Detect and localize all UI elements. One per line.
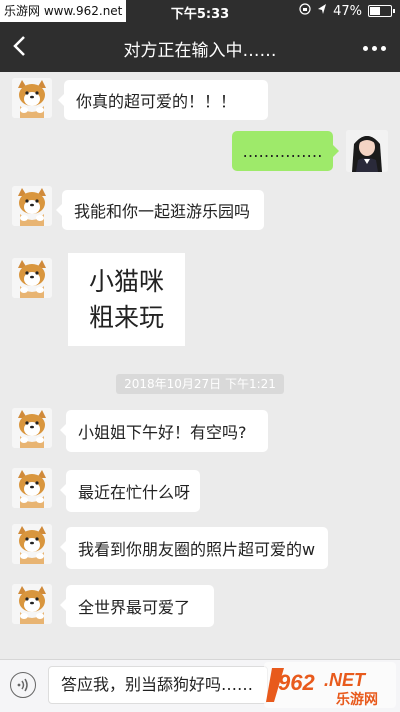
shiba-avatar-icon <box>12 258 52 298</box>
message-text: 全世界最可爱了 <box>78 598 191 617</box>
sticker-message[interactable]: 小猫咪 粗来玩 <box>68 253 185 346</box>
voice-icon <box>17 678 28 692</box>
contact-avatar[interactable] <box>12 468 52 508</box>
more-button[interactable] <box>363 46 386 51</box>
message-bubble[interactable]: 小姐姐下午好！有空吗? <box>60 410 268 452</box>
contact-avatar[interactable] <box>12 78 52 118</box>
watermark-suffix: .NET <box>324 670 367 690</box>
battery-percent: 47% <box>333 3 362 19</box>
contact-avatar[interactable] <box>12 408 52 448</box>
nav-bar: 对方正在输入中…… <box>0 22 400 72</box>
sticker-line: 粗来玩 <box>88 302 164 332</box>
chat-timestamp: 2018年10月27日 下午1:21 <box>116 374 284 394</box>
shiba-avatar-icon <box>12 186 52 226</box>
message-input[interactable]: 答应我，别当舔狗好吗…… <box>48 666 268 704</box>
contact-avatar[interactable] <box>12 258 52 298</box>
self-avatar[interactable] <box>346 130 388 172</box>
sticker-line: 小猫咪 <box>88 266 164 296</box>
chat-title: 对方正在输入中…… <box>123 41 277 61</box>
status-right: 47% <box>299 3 395 19</box>
message-text: 我看到你朋友圈的照片超可爱的w <box>78 540 316 559</box>
rotation-lock-icon <box>299 3 311 19</box>
contact-avatar[interactable] <box>12 524 52 564</box>
shiba-avatar-icon <box>12 78 52 118</box>
shiba-avatar-icon <box>12 468 52 508</box>
message-bubble[interactable]: 你真的超可爱的！！！ <box>58 80 268 120</box>
shiba-avatar-icon <box>12 408 52 448</box>
message-text: …………… <box>242 141 323 161</box>
shiba-avatar-icon <box>12 524 52 564</box>
status-bar: 下午5:33 47% 乐游网 www.962.net <box>0 0 400 22</box>
more-dots-icon <box>363 46 368 51</box>
message-bubble[interactable]: 最近在忙什么呀 <box>60 470 200 512</box>
message-text: 我能和你一起逛游乐园吗 <box>74 202 251 221</box>
message-text: 最近在忙什么呀 <box>78 483 191 502</box>
message-text: 小姐姐下午好！有空吗? <box>78 423 247 442</box>
watermark-number: 962 <box>278 670 315 695</box>
site-watermark-logo: 962 .NET 乐游网 <box>264 662 396 708</box>
location-icon <box>317 3 327 19</box>
contact-avatar[interactable] <box>12 186 52 226</box>
shiba-avatar-icon <box>12 584 52 624</box>
message-bubble[interactable]: 我能和你一起逛游乐园吗 <box>56 190 264 230</box>
contact-avatar[interactable] <box>12 584 52 624</box>
message-text: 你真的超可爱的！！！ <box>76 92 237 111</box>
message-bubble[interactable]: 全世界最可爱了 <box>60 585 214 627</box>
girl-avatar-icon <box>346 130 388 172</box>
sent-message-bubble[interactable]: …………… <box>232 131 339 171</box>
message-bubble[interactable]: 我看到你朋友圈的照片超可爱的w <box>60 527 328 569</box>
battery-icon <box>368 5 395 17</box>
voice-button[interactable] <box>10 672 36 698</box>
watermark-label: 乐游网 <box>336 691 378 708</box>
watermark-top: 乐游网 www.962.net <box>0 0 127 22</box>
